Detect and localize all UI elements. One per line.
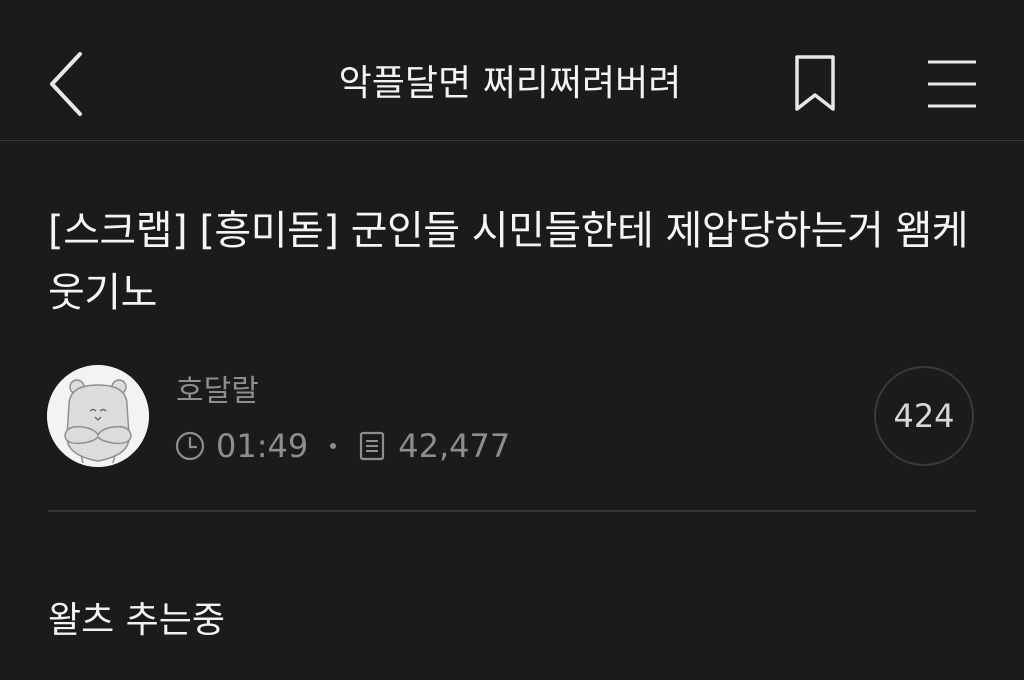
avatar-character-icon (47, 365, 149, 467)
chevron-left-icon (50, 52, 82, 116)
post-body: 왈츠 추는중 (48, 600, 226, 641)
menu-button[interactable] (922, 56, 982, 112)
board-title[interactable]: 악플달면 쩌리쩌려버려 (250, 58, 770, 110)
post-meta: 01:49 42,477 (174, 424, 510, 468)
bookmark-icon (795, 55, 835, 111)
comment-count: 424 (893, 397, 955, 435)
top-navigation-bar: 악플달면 쩌리쩌려버려 (0, 0, 1024, 141)
clock-icon (175, 431, 205, 461)
author-avatar[interactable] (47, 365, 149, 467)
bookmark-button[interactable] (790, 52, 840, 116)
app-root: 악플달면 쩌리쩌려버려 [스크랩] [흥미돋] 군인들 시민들한테 제압당하는거… (0, 0, 1024, 680)
meta-separator (330, 443, 337, 449)
hamburger-menu-icon (928, 60, 976, 108)
comment-count-button[interactable]: 424 (874, 366, 974, 466)
document-icon (360, 431, 385, 461)
post-time: 01:49 (216, 427, 309, 465)
view-count: 42,477 (398, 427, 511, 465)
author-name[interactable]: 호달랄 (176, 372, 259, 412)
header-divider (48, 510, 976, 512)
back-button[interactable] (36, 44, 96, 124)
post-title: [스크랩] [흥미돋] 군인들 시민들한테 제압당하는거 왬케웃기노 (48, 208, 969, 316)
